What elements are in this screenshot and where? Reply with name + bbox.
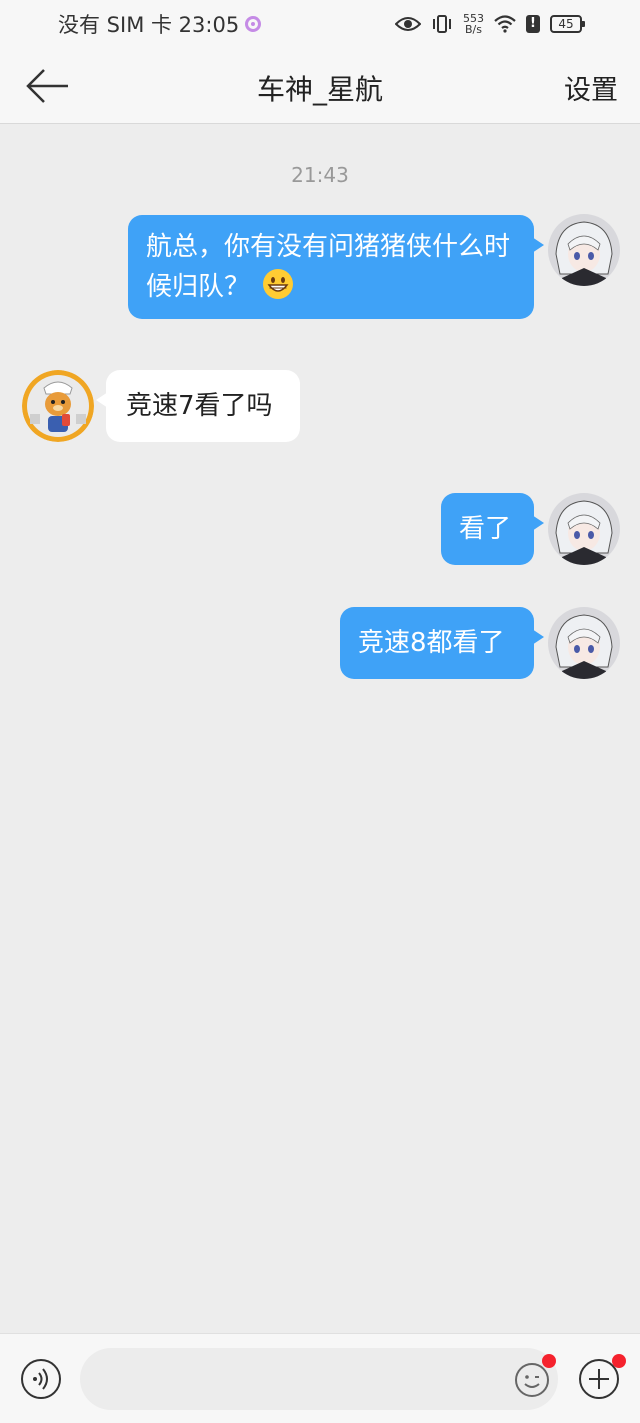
anime-avatar-icon [548,493,620,565]
notification-dot-icon [245,16,262,32]
chat-title: 车神_星航 [256,73,383,106]
my-avatar[interactable] [548,214,620,286]
message-text: 竞速7看了吗 [126,391,273,421]
message-bubble-outgoing[interactable]: 看了 [441,493,544,565]
carrier-time: 没有 SIM 卡 23:05 [58,13,240,37]
chat-header: 车神_星航 设置 [0,48,640,124]
chat-area[interactable]: 21:43 航总，你有没有问猪猪侠什么时候归队？ 竞速7看了吗 看了 竞速8都看… [0,125,640,1333]
input-bar [0,1333,640,1423]
message-timestamp: 21:43 [291,163,349,187]
emoji-icon[interactable] [514,1362,550,1398]
alert-icon: ! [526,15,540,33]
message-bubble-outgoing[interactable]: 竞速8都看了 [340,607,544,679]
anime-avatar-icon [548,214,620,286]
eye-icon [395,17,421,31]
emoji-badge [542,1354,556,1368]
wifi-icon [494,15,516,33]
status-left: 没有 SIM 卡 23:05 [58,9,262,39]
settings-button[interactable]: 设置 [564,68,618,107]
my-avatar[interactable] [548,607,620,679]
vibrate-icon [433,15,451,33]
network-speed-unit: B/s [465,23,482,36]
message-text: 看了 [459,514,512,544]
contact-avatar[interactable] [22,370,94,442]
message-input[interactable] [80,1348,558,1410]
cartoon-avatar-icon [22,370,94,442]
battery-icon: 45 [550,15,585,33]
voice-icon[interactable] [20,1358,62,1400]
network-speed: 553 B/s [463,13,484,35]
status-right: 553 B/s ! 45 [395,13,585,35]
my-avatar[interactable] [548,493,620,565]
message-bubble-outgoing[interactable]: 航总，你有没有问猪猪侠什么时候归队？ [128,215,544,319]
anime-avatar-icon [548,607,620,679]
plus-badge [612,1354,626,1368]
message-text: 航总，你有没有问猪猪侠什么时候归队？ [146,232,511,302]
grinning-emoji-icon [263,269,294,299]
message-bubble-incoming[interactable]: 竞速7看了吗 [96,370,300,442]
message-text: 竞速8都看了 [358,628,505,658]
status-bar: 没有 SIM 卡 23:05 553 B/s ! 45 [0,0,640,48]
